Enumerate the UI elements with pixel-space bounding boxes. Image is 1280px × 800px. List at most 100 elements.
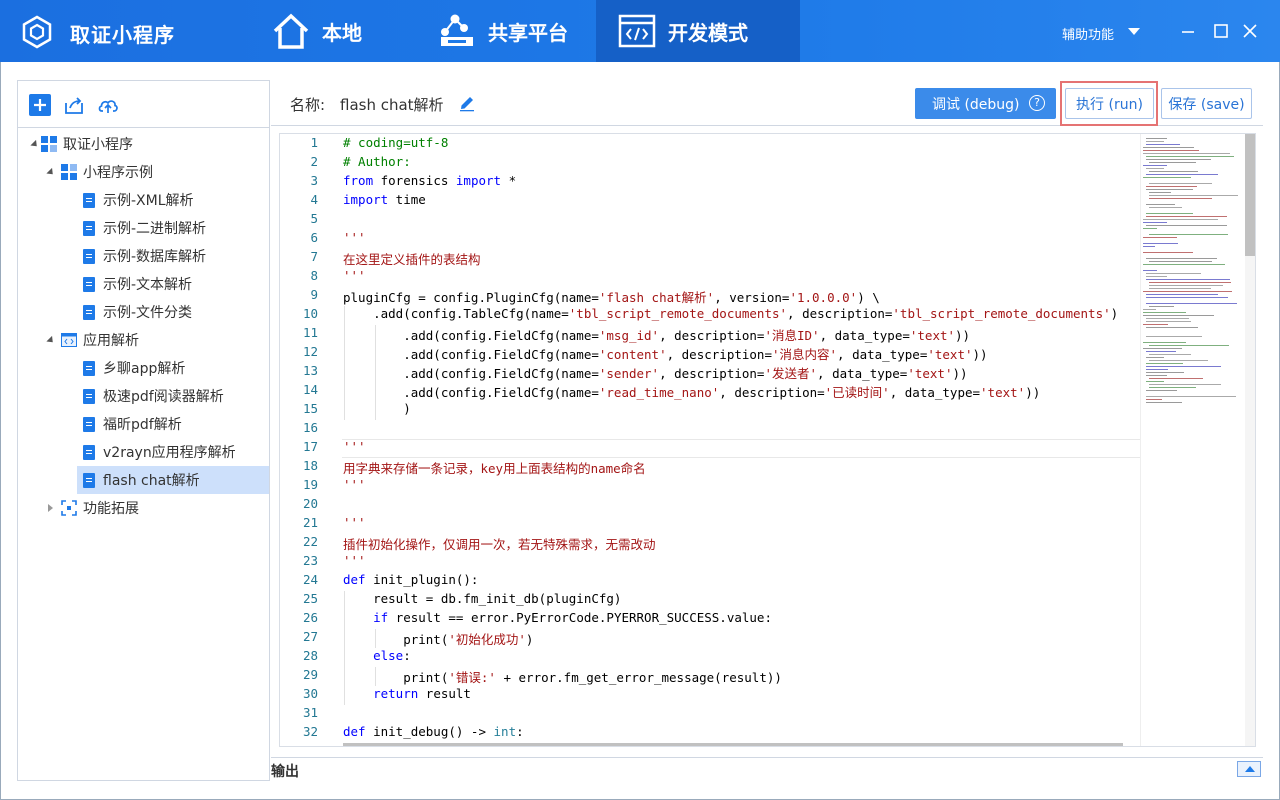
nav-tab-label: 开发模式 [668, 20, 748, 45]
minimap-line [1146, 273, 1201, 274]
code-line: from forensics import * [343, 173, 517, 188]
export-icon[interactable] [63, 94, 85, 116]
tree-item-file[interactable]: 福昕pdf解析 [18, 410, 269, 438]
minimap-line [1146, 327, 1198, 328]
minimap-line [1143, 324, 1168, 325]
line-number: 5 [310, 211, 318, 226]
line-number: 32 [302, 724, 318, 739]
minimap-line [1146, 351, 1176, 352]
minimap-line [1146, 318, 1189, 319]
tree-item-file[interactable]: v2rayn应用程序解析 [18, 438, 269, 466]
minimap-line [1146, 225, 1227, 226]
tree-item-file[interactable]: 乡聊app解析 [18, 354, 269, 382]
assist-menu[interactable]: 辅助功能 [1062, 24, 1114, 43]
code-minimap[interactable] [1140, 134, 1245, 746]
minimap-line [1146, 297, 1228, 298]
minimap-line [1143, 315, 1214, 316]
code-line: .add(config.FieldCfg(name='msg_id', desc… [343, 328, 971, 343]
line-number: 16 [302, 420, 318, 435]
tree-item-label: 小程序示例 [83, 165, 153, 181]
expand-output-button[interactable] [1237, 761, 1261, 777]
code-line: ''' [343, 268, 366, 283]
minimap-line [1149, 195, 1238, 196]
code-line: .add(config.FieldCfg(name='content', des… [343, 347, 988, 362]
code-line: ''' [343, 553, 366, 568]
code-editor[interactable]: 1 2 3 4 5 6 7 8 9 10 11 12 13 14 15 16 17 18 19 20 21 22 23 24 2… [279, 133, 1256, 747]
file-icon [83, 445, 95, 460]
tree-item-label: 示例-文本解析 [103, 277, 193, 293]
line-number: 11 [302, 325, 318, 340]
line-number: 2 [310, 154, 318, 169]
minimap-line [1146, 141, 1164, 142]
line-number: 17 [302, 439, 318, 454]
cloud-upload-icon[interactable] [97, 94, 119, 116]
tree-item-file[interactable]: 示例-文件分类 [18, 298, 269, 326]
plus-icon [34, 99, 46, 111]
minimap-line [1143, 219, 1218, 220]
debug-button-label: 调试 (debug) [932, 96, 1020, 113]
tree-item-folder[interactable]: 应用解析 [18, 326, 269, 354]
minimap-line [1143, 147, 1194, 148]
line-number: 18 [302, 458, 318, 473]
nav-tab-dev-mode[interactable]: 开发模式 [596, 0, 800, 62]
minimap-line [1149, 198, 1212, 199]
tree-item-folder[interactable]: 小程序示例 [18, 158, 269, 186]
save-button[interactable]: 保存 (save) [1161, 88, 1252, 119]
code-content[interactable]: # coding=utf-8 # Author: from forensics … [343, 134, 1143, 746]
chevron-down-icon[interactable] [46, 335, 56, 346]
code-line: ''' [343, 515, 366, 530]
tree-item-file[interactable]: 示例-二进制解析 [18, 214, 269, 242]
nav-tab-label: 共享平台 [488, 20, 568, 45]
app-title: 取证小程序 [70, 23, 175, 47]
code-line: 插件初始化操作，仅调用一次，若无特殊需求，无需改动 [343, 537, 656, 552]
nav-tab-local[interactable]: 本地 [270, 0, 425, 62]
minimize-icon[interactable] [1180, 22, 1198, 40]
line-number: 14 [302, 382, 318, 397]
chevron-right-icon[interactable] [48, 504, 53, 512]
tree-item-folder[interactable]: 功能拓展 [18, 494, 269, 522]
vertical-scrollbar-thumb[interactable] [1245, 134, 1255, 256]
tree-item-label: 示例-XML解析 [103, 193, 194, 209]
tree-item-file[interactable]: 示例-XML解析 [18, 186, 269, 214]
line-number: 4 [310, 192, 318, 207]
minimap-line [1149, 234, 1228, 235]
tree-item-root[interactable]: 取证小程序 [18, 130, 269, 158]
minimap-line [1146, 357, 1164, 358]
maximize-icon[interactable] [1212, 22, 1230, 40]
code-line: 在这里定义插件的表结构 [343, 252, 481, 267]
minimap-line [1146, 204, 1175, 205]
minimap-line [1149, 192, 1171, 193]
minimap-line [1149, 306, 1174, 307]
minimap-line [1143, 246, 1155, 247]
tree-item-file[interactable]: 示例-数据库解析 [18, 242, 269, 270]
line-number: 6 [310, 230, 318, 245]
code-window-icon [616, 10, 658, 52]
debug-button[interactable]: 调试 (debug) ? [915, 88, 1056, 119]
line-number: 12 [302, 344, 318, 359]
minimap-line [1149, 183, 1212, 184]
line-number: 25 [302, 591, 318, 606]
chevron-down-icon[interactable] [1128, 28, 1140, 35]
edit-pencil-icon[interactable] [458, 94, 476, 112]
code-line: pluginCfg = config.PluginCfg(name='flash… [343, 290, 880, 305]
chevron-down-icon[interactable] [30, 139, 40, 150]
run-button[interactable]: 执行 (run) [1065, 88, 1154, 119]
sidebar-divider [18, 127, 269, 128]
help-icon[interactable]: ? [1029, 95, 1045, 111]
minimap-line [1143, 228, 1157, 229]
tree-item-file[interactable]: 示例-文本解析 [18, 270, 269, 298]
file-icon [83, 221, 95, 236]
line-number: 21 [302, 515, 318, 530]
tree-item-file-selected[interactable]: flash chat解析 [77, 466, 269, 494]
line-number: 10 [302, 306, 318, 321]
minimap-line [1146, 336, 1202, 337]
chevron-down-icon[interactable] [46, 167, 56, 178]
nav-tab-share[interactable]: 共享平台 [436, 0, 596, 62]
file-icon [83, 361, 95, 376]
horizontal-scrollbar-thumb[interactable] [343, 743, 1123, 746]
tree-item-label: 乡聊app解析 [103, 361, 186, 377]
close-icon[interactable] [1241, 22, 1259, 40]
tree-item-file[interactable]: 极速pdf阅读器解析 [18, 382, 269, 410]
add-button[interactable] [29, 94, 51, 116]
minimap-line [1149, 378, 1203, 379]
